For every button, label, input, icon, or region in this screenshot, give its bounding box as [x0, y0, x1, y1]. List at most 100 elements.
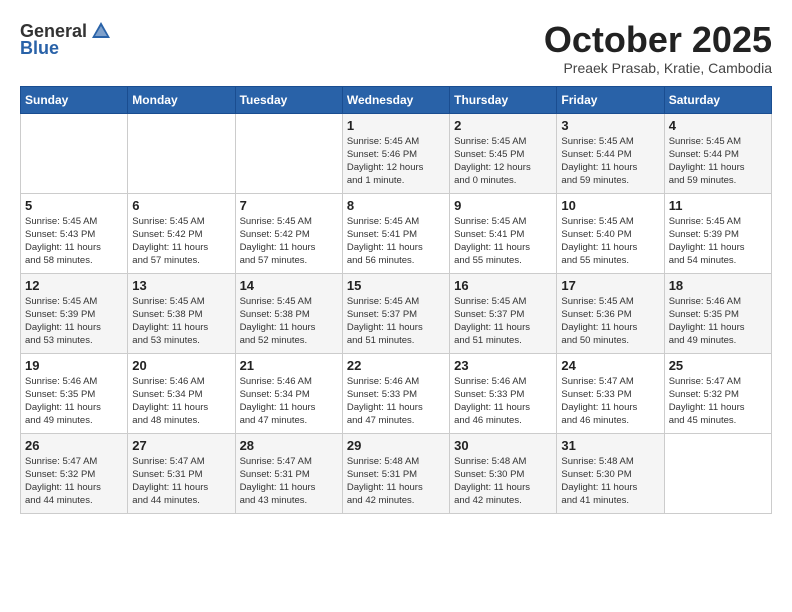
calendar-day-16: 16Sunrise: 5:45 AM Sunset: 5:37 PM Dayli…	[450, 273, 557, 353]
calendar-week-row: 12 Sunrise: 5:45 AM Sunset: 5:39 PM Dayli…	[21, 273, 772, 353]
day-number: 25	[669, 358, 767, 373]
day-info: Sunrise: 5:45 AM Sunset: 5:37 PM Dayligh…	[347, 295, 445, 348]
day-info: Sunrise: 5:46 AM Sunset: 5:34 PM Dayligh…	[240, 375, 338, 428]
day-info: Sunrise: 5:45 AM Sunset: 5:44 PM Dayligh…	[561, 135, 659, 188]
day-info: Sunrise: 5:45 AM Sunset: 5:46 PM Dayligh…	[347, 135, 445, 188]
calendar-day-11: 11 Sunrise: 5:45 AM Sunset: 5:39 PM Dayli…	[664, 193, 771, 273]
header-wednesday: Wednesday	[342, 86, 449, 113]
header-saturday: Saturday	[664, 86, 771, 113]
day-number: 9	[454, 198, 552, 213]
calendar-day-2: 2Sunrise: 5:45 AM Sunset: 5:45 PM Daylig…	[450, 113, 557, 193]
day-info: Sunrise: 5:47 AM Sunset: 5:31 PM Dayligh…	[132, 455, 230, 508]
day-info: Sunrise: 5:48 AM Sunset: 5:30 PM Dayligh…	[454, 455, 552, 508]
day-info: Sunrise: 5:48 AM Sunset: 5:30 PM Dayligh…	[561, 455, 659, 508]
calendar-day-9: 9 Sunrise: 5:45 AM Sunset: 5:41 PM Daylig…	[450, 193, 557, 273]
day-number: 18	[669, 278, 767, 293]
calendar-day-26: 26 Sunrise: 5:47 AM Sunset: 5:32 PM Dayli…	[21, 433, 128, 513]
calendar-day-30: 30 Sunrise: 5:48 AM Sunset: 5:30 PM Dayli…	[450, 433, 557, 513]
day-info: Sunrise: 5:46 AM Sunset: 5:35 PM Dayligh…	[25, 375, 123, 428]
day-number: 21	[240, 358, 338, 373]
title-section: October 2025 Preaek Prasab, Kratie, Camb…	[544, 20, 772, 76]
day-info: Sunrise: 5:45 AM Sunset: 5:41 PM Dayligh…	[347, 215, 445, 268]
day-number: 1	[347, 118, 445, 133]
calendar-day-3: 3 Sunrise: 5:45 AM Sunset: 5:44 PM Daylig…	[557, 113, 664, 193]
day-number: 15	[347, 278, 445, 293]
calendar-day-23: 23 Sunrise: 5:46 AM Sunset: 5:33 PM Dayli…	[450, 353, 557, 433]
day-info: Sunrise: 5:45 AM Sunset: 5:41 PM Dayligh…	[454, 215, 552, 268]
day-number: 19	[25, 358, 123, 373]
day-number: 11	[669, 198, 767, 213]
calendar-day-25: 25 Sunrise: 5:47 AM Sunset: 5:32 PM Dayli…	[664, 353, 771, 433]
header-monday: Monday	[128, 86, 235, 113]
calendar-day-10: 10Sunrise: 5:45 AM Sunset: 5:40 PM Dayli…	[557, 193, 664, 273]
calendar-empty-cell	[21, 113, 128, 193]
day-number: 31	[561, 438, 659, 453]
calendar-day-24: 24 Sunrise: 5:47 AM Sunset: 5:33 PM Dayli…	[557, 353, 664, 433]
day-info: Sunrise: 5:47 AM Sunset: 5:31 PM Dayligh…	[240, 455, 338, 508]
calendar-day-20: 20Sunrise: 5:46 AM Sunset: 5:34 PM Dayli…	[128, 353, 235, 433]
day-number: 30	[454, 438, 552, 453]
day-number: 12	[25, 278, 123, 293]
page-header: General Blue October 2025 Preaek Prasab,…	[20, 20, 772, 76]
day-number: 23	[454, 358, 552, 373]
calendar-week-row: 5 Sunrise: 5:45 AM Sunset: 5:43 PM Daylig…	[21, 193, 772, 273]
logo-blue: Blue	[20, 38, 59, 59]
calendar-day-28: 28 Sunrise: 5:47 AM Sunset: 5:31 PM Dayli…	[235, 433, 342, 513]
calendar-day-15: 15 Sunrise: 5:45 AM Sunset: 5:37 PM Dayli…	[342, 273, 449, 353]
day-number: 14	[240, 278, 338, 293]
day-info: Sunrise: 5:45 AM Sunset: 5:38 PM Dayligh…	[240, 295, 338, 348]
calendar-table: SundayMondayTuesdayWednesdayThursdayFrid…	[20, 86, 772, 514]
day-number: 27	[132, 438, 230, 453]
calendar-day-29: 29 Sunrise: 5:48 AM Sunset: 5:31 PM Dayli…	[342, 433, 449, 513]
day-info: Sunrise: 5:48 AM Sunset: 5:31 PM Dayligh…	[347, 455, 445, 508]
calendar-empty-cell	[664, 433, 771, 513]
day-number: 2	[454, 118, 552, 133]
calendar-day-13: 13 Sunrise: 5:45 AM Sunset: 5:38 PM Dayli…	[128, 273, 235, 353]
calendar-day-7: 7Sunrise: 5:45 AM Sunset: 5:42 PM Daylig…	[235, 193, 342, 273]
day-number: 28	[240, 438, 338, 453]
day-number: 4	[669, 118, 767, 133]
day-info: Sunrise: 5:45 AM Sunset: 5:39 PM Dayligh…	[25, 295, 123, 348]
calendar-day-19: 19 Sunrise: 5:46 AM Sunset: 5:35 PM Dayli…	[21, 353, 128, 433]
calendar-week-row: 19 Sunrise: 5:46 AM Sunset: 5:35 PM Dayli…	[21, 353, 772, 433]
day-number: 24	[561, 358, 659, 373]
day-number: 5	[25, 198, 123, 213]
day-number: 17	[561, 278, 659, 293]
logo-icon	[90, 20, 112, 42]
header-friday: Friday	[557, 86, 664, 113]
calendar-header-row: SundayMondayTuesdayWednesdayThursdayFrid…	[21, 86, 772, 113]
day-number: 26	[25, 438, 123, 453]
calendar-day-21: 21 Sunrise: 5:46 AM Sunset: 5:34 PM Dayli…	[235, 353, 342, 433]
calendar-day-1: 1 Sunrise: 5:45 AM Sunset: 5:46 PM Daylig…	[342, 113, 449, 193]
day-info: Sunrise: 5:45 AM Sunset: 5:44 PM Dayligh…	[669, 135, 767, 188]
calendar-day-17: 17 Sunrise: 5:45 AM Sunset: 5:36 PM Dayli…	[557, 273, 664, 353]
day-number: 7	[240, 198, 338, 213]
day-number: 3	[561, 118, 659, 133]
header-thursday: Thursday	[450, 86, 557, 113]
header-tuesday: Tuesday	[235, 86, 342, 113]
location-subtitle: Preaek Prasab, Kratie, Cambodia	[544, 60, 772, 76]
calendar-day-5: 5 Sunrise: 5:45 AM Sunset: 5:43 PM Daylig…	[21, 193, 128, 273]
calendar-day-18: 18Sunrise: 5:46 AM Sunset: 5:35 PM Dayli…	[664, 273, 771, 353]
calendar-day-8: 8 Sunrise: 5:45 AM Sunset: 5:41 PM Daylig…	[342, 193, 449, 273]
calendar-day-14: 14 Sunrise: 5:45 AM Sunset: 5:38 PM Dayli…	[235, 273, 342, 353]
calendar-day-6: 6Sunrise: 5:45 AM Sunset: 5:42 PM Daylig…	[128, 193, 235, 273]
day-number: 8	[347, 198, 445, 213]
day-info: Sunrise: 5:45 AM Sunset: 5:39 PM Dayligh…	[669, 215, 767, 268]
month-title: October 2025	[544, 20, 772, 60]
day-info: Sunrise: 5:45 AM Sunset: 5:43 PM Dayligh…	[25, 215, 123, 268]
day-number: 13	[132, 278, 230, 293]
day-info: Sunrise: 5:47 AM Sunset: 5:32 PM Dayligh…	[669, 375, 767, 428]
day-info: Sunrise: 5:45 AM Sunset: 5:38 PM Dayligh…	[132, 295, 230, 348]
day-info: Sunrise: 5:46 AM Sunset: 5:33 PM Dayligh…	[454, 375, 552, 428]
calendar-week-row: 1 Sunrise: 5:45 AM Sunset: 5:46 PM Daylig…	[21, 113, 772, 193]
day-info: Sunrise: 5:47 AM Sunset: 5:32 PM Dayligh…	[25, 455, 123, 508]
calendar-day-31: 31 Sunrise: 5:48 AM Sunset: 5:30 PM Dayli…	[557, 433, 664, 513]
logo: General Blue	[20, 20, 113, 59]
day-number: 16	[454, 278, 552, 293]
day-number: 6	[132, 198, 230, 213]
day-info: Sunrise: 5:47 AM Sunset: 5:33 PM Dayligh…	[561, 375, 659, 428]
day-number: 29	[347, 438, 445, 453]
day-info: Sunrise: 5:45 AM Sunset: 5:36 PM Dayligh…	[561, 295, 659, 348]
day-number: 22	[347, 358, 445, 373]
